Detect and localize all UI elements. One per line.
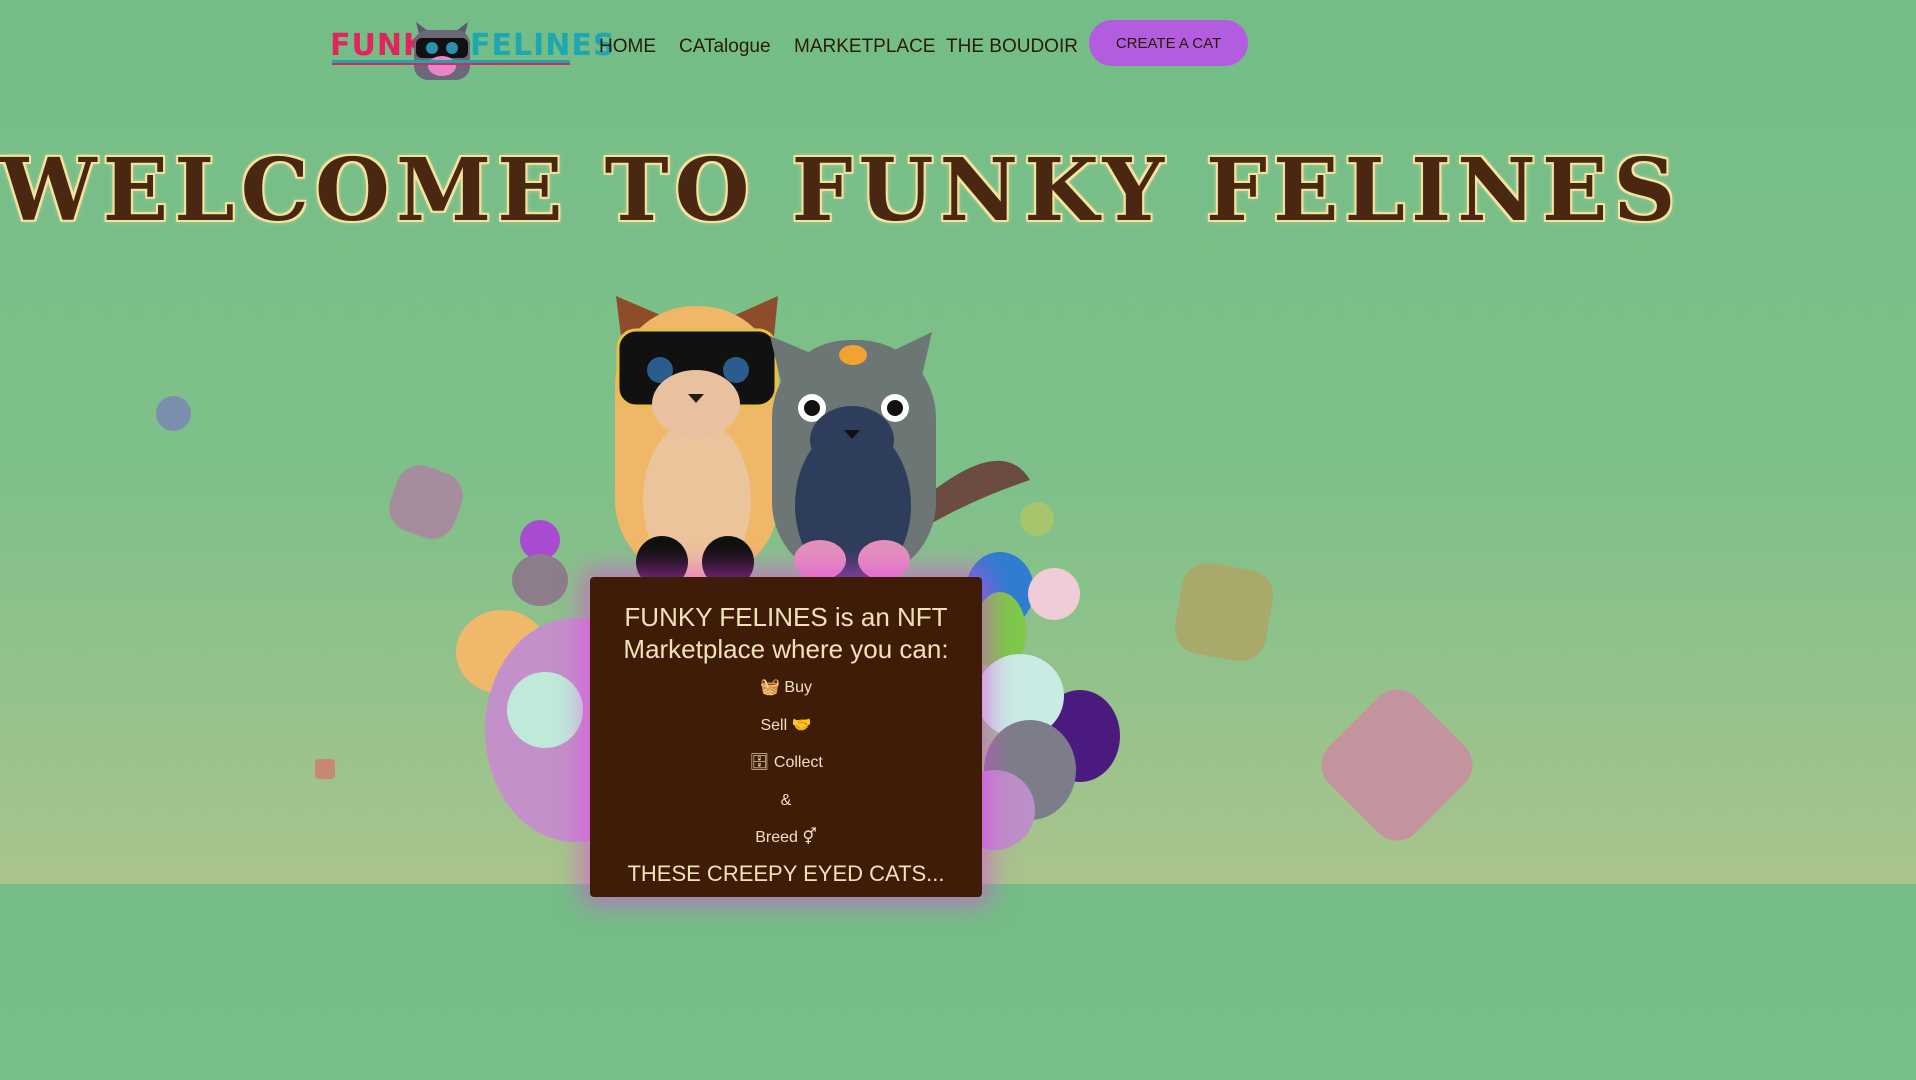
decor-circle-blue bbox=[156, 396, 191, 431]
feature-collect: 🗄 Collect bbox=[590, 744, 982, 782]
feature-sell: Sell 🤝 bbox=[590, 707, 982, 745]
feature-buy: 🧺 Buy bbox=[590, 669, 982, 707]
nav-catalogue[interactable]: CATalogue bbox=[679, 36, 771, 58]
card-heading: FUNKY FELINES is an NFT Marketplace wher… bbox=[623, 602, 949, 664]
archive-icon: 🗄 bbox=[749, 754, 770, 771]
feature-collect-label: Collect bbox=[773, 754, 823, 771]
hero-title: WELCOME TO FUNKY FELINES bbox=[0, 140, 1682, 241]
feature-and: & bbox=[780, 791, 792, 809]
logo-cat-icon bbox=[414, 22, 470, 80]
feature-buy-label: Buy bbox=[784, 679, 812, 696]
create-a-cat-button[interactable]: CREATE A CAT bbox=[1089, 20, 1248, 66]
decor-square-salmon bbox=[315, 759, 335, 779]
nav-marketplace[interactable]: MARKETPLACE bbox=[794, 36, 935, 58]
top-nav: FUNKY FELINES HOME CATalogue MARKETPLACE… bbox=[0, 0, 1568, 90]
nav-boudoir[interactable]: THE BOUDOIR bbox=[946, 36, 1078, 58]
decor-blob-khaki bbox=[1170, 558, 1278, 666]
gender-icon: ⚥ bbox=[802, 829, 817, 846]
grey-cat-icon bbox=[770, 332, 1030, 585]
feature-breed: Breed ⚥ bbox=[590, 819, 982, 857]
orange-goggle-cat-icon bbox=[615, 296, 779, 588]
logo[interactable]: FUNKY FELINES bbox=[330, 18, 614, 80]
feature-breed-label: Breed bbox=[755, 829, 798, 846]
basket-icon: 🧺 bbox=[760, 679, 780, 696]
logo-underline bbox=[332, 60, 570, 65]
logo-text-right: FELINES bbox=[470, 28, 616, 63]
feature-sell-label: Sell bbox=[760, 716, 788, 734]
card-feature-list: 🧺 Buy Sell 🤝 🗄 Collect & Breed ⚥ bbox=[590, 669, 982, 857]
decor-diamond-pink bbox=[1310, 678, 1484, 852]
card-footer: THESE CREEPY EYED CATS... bbox=[627, 860, 945, 886]
intro-card: FUNKY FELINES is an NFT Marketplace wher… bbox=[590, 577, 982, 897]
handshake-icon: 🤝 bbox=[791, 716, 812, 734]
nav-home[interactable]: HOME bbox=[599, 36, 656, 58]
